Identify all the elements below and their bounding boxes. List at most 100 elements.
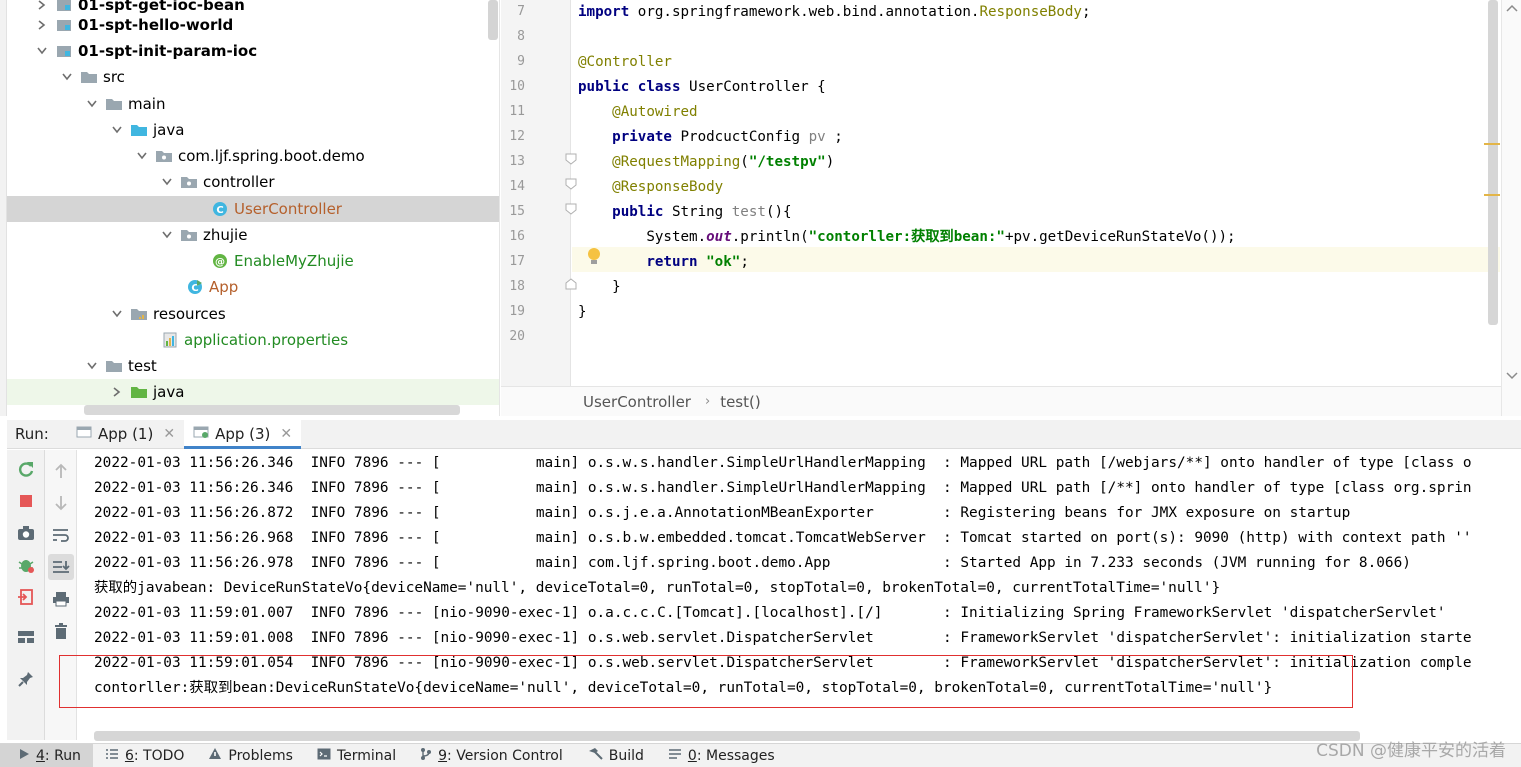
exit-icon[interactable] bbox=[13, 584, 39, 610]
chevron-down-icon[interactable] bbox=[60, 73, 74, 81]
chevron-right-icon[interactable] bbox=[35, 0, 49, 10]
chevron-down-icon[interactable] bbox=[110, 310, 124, 318]
console-horizontal-scrollbar[interactable] bbox=[94, 731, 1360, 741]
run-panel-header: Run: App (1) ✕ App (3) ✕ bbox=[7, 420, 1521, 449]
run-tab-label: App (1) bbox=[98, 425, 154, 443]
run-panel-label: Run: bbox=[15, 425, 49, 443]
tree-item-folder[interactable]: test bbox=[7, 353, 499, 379]
tree-horizontal-scrollbar[interactable] bbox=[84, 405, 460, 415]
chevron-down-icon[interactable] bbox=[160, 178, 174, 186]
tree-item-label: java bbox=[153, 121, 185, 139]
arrow-up-icon[interactable] bbox=[48, 458, 74, 484]
console-line: 获取的javabean: DeviceRunStateVo{deviceName… bbox=[94, 580, 1221, 596]
tool-window-problems[interactable]: Problems bbox=[196, 744, 305, 767]
line-number: 11 bbox=[509, 104, 525, 119]
editor-vertical-scrollbar[interactable] bbox=[1488, 0, 1498, 325]
annotation-highlight-box bbox=[59, 655, 1353, 708]
run-tab[interactable]: App (3) ✕ bbox=[184, 420, 302, 449]
fold-end-icon[interactable] bbox=[565, 278, 577, 290]
tree-item-package[interactable]: com.ljf.spring.boot.demo bbox=[7, 143, 499, 169]
code-editor[interactable]: 7 8 9 10 11 12 13 14 15 16 17 18 19 20 i… bbox=[501, 0, 1521, 416]
chevron-down-icon[interactable] bbox=[1506, 372, 1518, 380]
tree-item-label: UserController bbox=[234, 200, 342, 218]
folder-icon bbox=[105, 358, 123, 374]
close-icon[interactable]: ✕ bbox=[280, 426, 292, 442]
console-line: 2022-01-03 11:59:01.008 INFO 7896 --- [n… bbox=[94, 630, 1472, 646]
tree-item-source-folder[interactable]: java bbox=[7, 117, 499, 143]
stop-icon[interactable] bbox=[13, 488, 39, 514]
run-config-icon bbox=[193, 425, 209, 443]
tool-window-version-control[interactable]: 9: Version Control bbox=[408, 744, 575, 767]
module-icon bbox=[55, 43, 73, 59]
tree-item-label: controller bbox=[203, 173, 275, 191]
messages-icon bbox=[668, 748, 682, 764]
line-number: 10 bbox=[509, 79, 525, 94]
chevron-down-icon[interactable] bbox=[110, 126, 124, 134]
tree-item-module[interactable]: 01-spt-hello-world bbox=[7, 12, 499, 38]
run-toolbar bbox=[7, 450, 45, 740]
arrow-down-icon[interactable] bbox=[48, 490, 74, 516]
tree-item-label: com.ljf.spring.boot.demo bbox=[178, 147, 365, 165]
project-tree: 01-spt-get-ioc-bean 01-spt-hello-world 0… bbox=[0, 0, 500, 416]
soft-wrap-icon[interactable] bbox=[48, 522, 74, 548]
run-tab[interactable]: App (1) ✕ bbox=[67, 420, 184, 448]
rerun-icon[interactable] bbox=[13, 456, 39, 482]
tool-window-messages[interactable]: 0: Messages bbox=[656, 744, 787, 767]
print-icon[interactable] bbox=[48, 586, 74, 612]
scroll-to-end-icon[interactable] bbox=[48, 554, 74, 580]
tree-item-label: 01-spt-hello-world bbox=[78, 16, 234, 34]
camera-icon[interactable] bbox=[13, 520, 39, 546]
tree-item-resources-folder[interactable]: resources bbox=[7, 301, 499, 327]
line-number: 14 bbox=[509, 179, 525, 194]
close-icon[interactable]: ✕ bbox=[163, 426, 175, 442]
terminal-icon bbox=[317, 748, 331, 764]
code-line: public class UserController { bbox=[578, 79, 826, 95]
tree-left-strip bbox=[0, 0, 7, 416]
tree-item-module[interactable]: 01-spt-init-param-ioc bbox=[7, 38, 499, 64]
chevron-right-icon[interactable] bbox=[35, 20, 49, 30]
todo-icon bbox=[105, 748, 119, 764]
tree-item-test-source-folder[interactable]: java bbox=[7, 379, 499, 405]
debug-icon[interactable] bbox=[13, 552, 39, 578]
chevron-up-icon[interactable] bbox=[1506, 4, 1518, 12]
chevron-down-icon[interactable] bbox=[85, 362, 99, 370]
warning-marker[interactable] bbox=[1484, 194, 1500, 196]
layout-icon[interactable] bbox=[13, 624, 39, 650]
tree-item-folder[interactable]: main bbox=[7, 91, 499, 117]
fold-icon[interactable] bbox=[565, 203, 577, 215]
tree-item-annotation[interactable]: @ EnableMyZhujie bbox=[7, 248, 499, 274]
line-number: 16 bbox=[509, 229, 525, 244]
chevron-down-icon[interactable] bbox=[35, 47, 49, 55]
tree-item-package[interactable]: zhujie bbox=[7, 222, 499, 248]
run-icon bbox=[18, 748, 30, 764]
code-line: private ProdcuctConfig pv ; bbox=[612, 129, 843, 145]
tree-item-class[interactable]: C UserController bbox=[7, 196, 499, 222]
tool-window-todo[interactable]: 6: TODO bbox=[93, 744, 196, 767]
hammer-icon bbox=[587, 747, 603, 765]
pin-icon[interactable] bbox=[13, 666, 39, 692]
fold-icon[interactable] bbox=[565, 153, 577, 165]
tree-item-package[interactable]: controller bbox=[7, 169, 499, 195]
code-line: @Autowired bbox=[612, 104, 698, 120]
breadcrumb-item[interactable]: UserController bbox=[583, 393, 691, 411]
tree-item-properties-file[interactable]: application.properties bbox=[7, 327, 499, 353]
package-icon bbox=[155, 148, 173, 164]
tree-vertical-scrollbar[interactable] bbox=[488, 0, 498, 40]
breadcrumb-item[interactable]: test() bbox=[720, 393, 761, 411]
tree-item-folder[interactable]: src bbox=[7, 64, 499, 90]
line-number: 18 bbox=[509, 279, 525, 294]
tree-item-class[interactable]: C App bbox=[7, 274, 499, 300]
chevron-down-icon[interactable] bbox=[85, 100, 99, 108]
chevron-right-icon[interactable] bbox=[110, 387, 124, 397]
tool-window-build[interactable]: Build bbox=[575, 744, 656, 767]
tool-window-run[interactable]: 4: Run bbox=[0, 743, 93, 767]
tool-window-bar: 4: Run 6: TODO Problems Terminal 9: Vers… bbox=[0, 743, 1521, 767]
trash-icon[interactable] bbox=[48, 618, 74, 644]
svg-text:@: @ bbox=[215, 257, 225, 268]
chevron-down-icon[interactable] bbox=[160, 231, 174, 239]
editor-gutter: 7 8 9 10 11 12 13 14 15 16 17 18 19 20 bbox=[501, 0, 577, 386]
tool-window-terminal[interactable]: Terminal bbox=[305, 744, 408, 767]
fold-icon[interactable] bbox=[565, 178, 577, 190]
warning-marker[interactable] bbox=[1484, 143, 1500, 145]
chevron-down-icon[interactable] bbox=[135, 152, 149, 160]
